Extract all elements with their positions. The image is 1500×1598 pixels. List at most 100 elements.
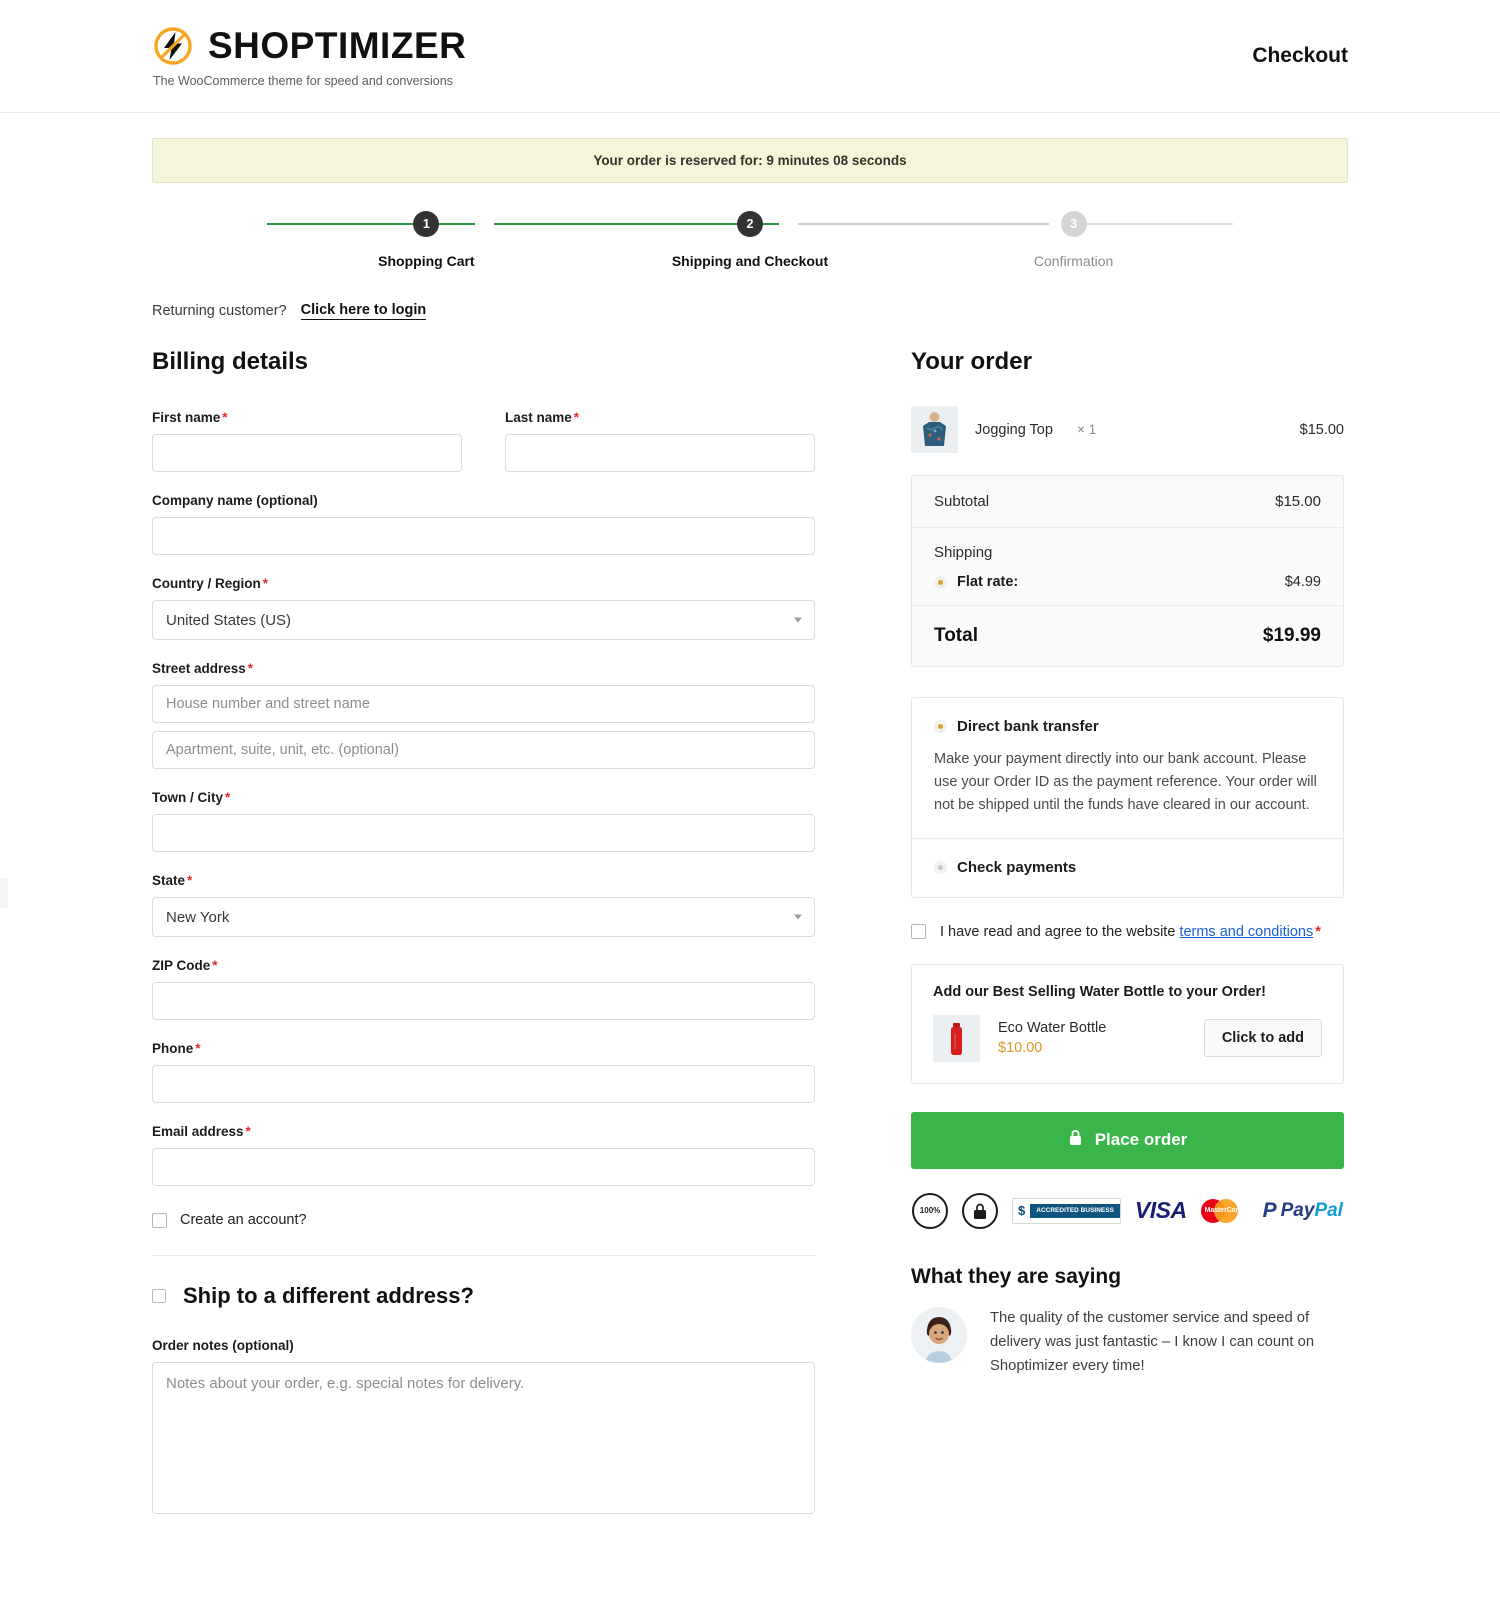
- order-column: Your order Jogging Top × 1 $15.00 Subtot…: [911, 348, 1344, 1379]
- field-country-region: Country / Region * United States (US): [152, 576, 815, 640]
- satisfaction-badge-text: 100%: [919, 1206, 941, 1216]
- shipping-option-value: $4.99: [1284, 574, 1321, 590]
- visa-badge: VISA: [1134, 1197, 1187, 1224]
- returning-customer-prompt: Returning customer?: [152, 303, 287, 319]
- field-email-address: Email address *: [152, 1124, 815, 1186]
- terms-checkbox[interactable]: [911, 924, 926, 940]
- subtotal-label: Subtotal: [934, 493, 990, 510]
- paypal-text-pay: Pay: [1280, 1199, 1315, 1221]
- label-text: Last name: [505, 410, 572, 425]
- billing-details-title: Billing details: [152, 348, 309, 375]
- order-line-item: Jogging Top × 1 $15.00: [911, 406, 1344, 453]
- label-text: Town / City: [152, 790, 223, 805]
- testimonial-heading: What they are saying: [911, 1264, 1122, 1288]
- radio-selected-icon[interactable]: [934, 575, 947, 589]
- zip-code-input[interactable]: [152, 982, 815, 1020]
- terms-text: I have read and agree to the website: [940, 923, 1176, 940]
- payment-methods-box: Direct bank transfer Make your payment d…: [911, 697, 1344, 898]
- product-thumbnail-eco-water-bottle: [933, 1014, 980, 1062]
- payment-method-label: Check payments: [957, 858, 1077, 876]
- town-city-label: Town / City *: [152, 790, 815, 805]
- upsell-box: Add our Best Selling Water Bottle to you…: [911, 963, 1344, 1084]
- order-totals-table: Subtotal $15.00 Shipping Flat rate: $4.9…: [911, 475, 1344, 667]
- state-select[interactable]: New York: [152, 897, 815, 937]
- step-shipping-and-checkout[interactable]: 2 Shipping and Checkout: [591, 211, 910, 269]
- terms-agreement-row[interactable]: I have read and agree to the website ter…: [911, 924, 1344, 940]
- create-account-checkbox[interactable]: [152, 1212, 167, 1228]
- your-order-title: Your order: [911, 348, 1032, 375]
- email-address-input[interactable]: [152, 1148, 815, 1186]
- secure-badge: [962, 1192, 999, 1229]
- company-name-input[interactable]: [152, 517, 815, 555]
- section-divider: [152, 1255, 815, 1256]
- last-name-input[interactable]: [505, 434, 815, 472]
- order-item-quantity: × 1: [1076, 422, 1097, 437]
- label-text: Street address: [152, 661, 246, 676]
- satisfaction-guarantee-badge: 100%: [912, 1192, 949, 1229]
- ship-different-address-checkbox[interactable]: [152, 1289, 166, 1303]
- chevron-down-icon: [794, 617, 802, 623]
- place-order-button[interactable]: Place order: [911, 1111, 1344, 1169]
- field-company-name: Company name (optional): [152, 493, 815, 555]
- required-marker: *: [262, 576, 269, 591]
- upsell-product-price: $10.00: [998, 1040, 1043, 1057]
- field-first-name: First name *: [152, 410, 462, 472]
- label-text: Country / Region: [152, 576, 261, 591]
- billing-column: Billing details First name * Last name * C…: [152, 348, 815, 1519]
- email-address-label: Email address *: [152, 1124, 815, 1139]
- mastercard-label: MasterCard: [1204, 1206, 1243, 1214]
- paypal-badge: P PayPal: [1263, 1199, 1343, 1223]
- state-label: State *: [152, 873, 815, 888]
- lightning-bolt-icon: [152, 25, 194, 67]
- upsell-product-name: Eco Water Bottle: [998, 1020, 1107, 1037]
- bbb-accredited-badge: $ ACCREDITED BUSINESS: [1012, 1197, 1121, 1224]
- order-notes-textarea[interactable]: [152, 1362, 815, 1514]
- shipping-option-flat-rate[interactable]: Flat rate: $4.99: [934, 574, 1321, 590]
- required-marker: *: [195, 1041, 201, 1056]
- lock-icon: [1068, 1129, 1083, 1151]
- step-number-badge: 1: [413, 211, 440, 237]
- bbb-logo-mark: $: [1013, 1203, 1031, 1219]
- label-text: First name: [152, 410, 221, 425]
- testimonial-avatar: [911, 1306, 967, 1363]
- country-region-select[interactable]: United States (US): [152, 600, 815, 640]
- payment-method-check-payments[interactable]: Check payments: [912, 839, 1343, 897]
- payment-method-description: Make your payment directly into our bank…: [934, 751, 1317, 813]
- label-text: Email address: [152, 1124, 244, 1139]
- field-town-city: Town / City *: [152, 790, 815, 852]
- step-shopping-cart[interactable]: 1 Shopping Cart: [267, 211, 586, 269]
- create-account-label: Create an account?: [180, 1212, 307, 1228]
- subtotal-row: Subtotal $15.00: [912, 476, 1343, 528]
- required-marker: *: [1315, 923, 1321, 940]
- required-marker: *: [222, 410, 228, 425]
- first-name-input[interactable]: [152, 434, 462, 472]
- terms-and-conditions-link[interactable]: terms and conditions: [1179, 924, 1313, 940]
- phone-label: Phone *: [152, 1041, 815, 1056]
- brand-logo[interactable]: SHOPTIMIZER The WooCommerce theme for sp…: [152, 25, 466, 88]
- step-confirmation: 3 Confirmation: [914, 211, 1233, 269]
- site-header: SHOPTIMIZER The WooCommerce theme for sp…: [0, 0, 1500, 113]
- label-text: State: [152, 873, 186, 888]
- radio-unselected-icon[interactable]: [934, 860, 947, 874]
- padlock-icon: [974, 1203, 987, 1219]
- field-state: State * New York: [152, 873, 815, 937]
- radio-selected-icon[interactable]: [934, 720, 947, 733]
- order-item-name: Jogging Top: [975, 421, 1053, 438]
- field-phone: Phone *: [152, 1041, 815, 1103]
- checkout-progress: 1 Shopping Cart 2 Shipping and Checkout …: [152, 211, 1348, 279]
- label-text: ZIP Code: [152, 958, 211, 973]
- mastercard-badge: MasterCard: [1200, 1196, 1249, 1226]
- town-city-input[interactable]: [152, 814, 815, 852]
- street-address-line2-input[interactable]: [152, 731, 815, 769]
- total-label: Total: [934, 625, 978, 646]
- create-account-row[interactable]: Create an account?: [152, 1212, 815, 1228]
- ship-different-address-row[interactable]: Ship to a different address?: [152, 1283, 815, 1309]
- login-link[interactable]: Click here to login: [300, 302, 427, 320]
- testimonial-quote: The quality of the customer service and …: [990, 1309, 1315, 1374]
- ship-different-address-label: Ship to a different address?: [183, 1283, 474, 1308]
- company-name-label: Company name (optional): [152, 493, 318, 508]
- phone-input[interactable]: [152, 1065, 815, 1103]
- payment-method-direct-bank-transfer[interactable]: Direct bank transfer Make your payment d…: [912, 698, 1343, 838]
- street-address-line1-input[interactable]: [152, 685, 815, 723]
- click-to-add-button[interactable]: Click to add: [1203, 1019, 1322, 1058]
